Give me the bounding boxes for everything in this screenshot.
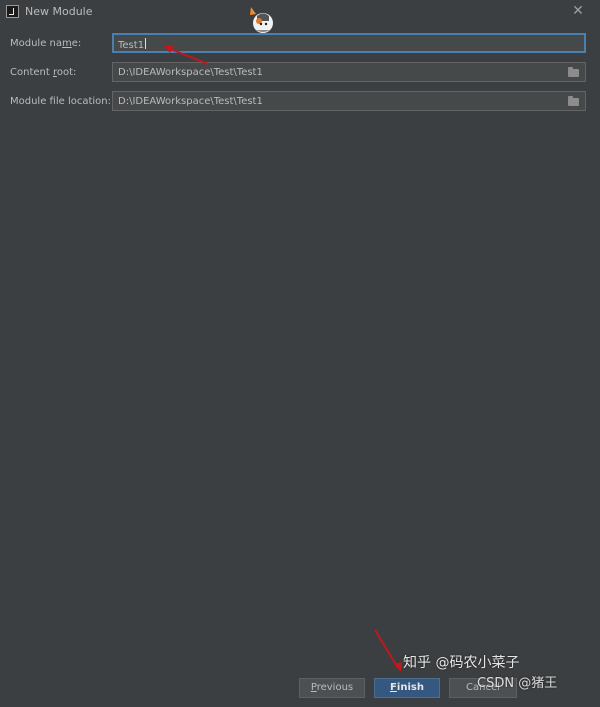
folder-icon[interactable] [568,67,579,77]
content-root-row: Content root: D:\IDEAWorkspace\Test\Test… [0,62,600,84]
annotation-arrow-finish [374,629,399,669]
content-root-label: Content root: [10,67,77,78]
content-root-input[interactable]: D:\IDEAWorkspace\Test\Test1 [112,62,586,82]
module-name-input[interactable]: Test1 [112,33,586,53]
dialog-title: New Module [25,5,93,18]
text-cursor [145,38,147,49]
title-bar: New Module ✕ [0,0,600,24]
finish-button[interactable]: Finish [374,678,440,698]
module-name-row: Module name: Test1 [0,33,600,55]
mascot-sticker [250,7,273,33]
previous-button[interactable]: Previous [299,678,365,698]
watermark-csdn: CSDN @猪王 [477,676,558,691]
watermark-zhihu: 知乎 @码农小菜子 [403,655,520,671]
module-file-location-input[interactable]: D:\IDEAWorkspace\Test\Test1 [112,91,586,111]
module-file-location-row: Module file location: D:\IDEAWorkspace\T… [0,91,600,113]
intellij-icon [6,5,19,18]
close-icon[interactable]: ✕ [570,3,586,19]
module-name-label: Module name: [10,38,82,49]
folder-icon[interactable] [568,96,579,106]
module-file-location-label: Module file location: [10,96,111,107]
annotation-arrowhead-finish [394,662,402,672]
